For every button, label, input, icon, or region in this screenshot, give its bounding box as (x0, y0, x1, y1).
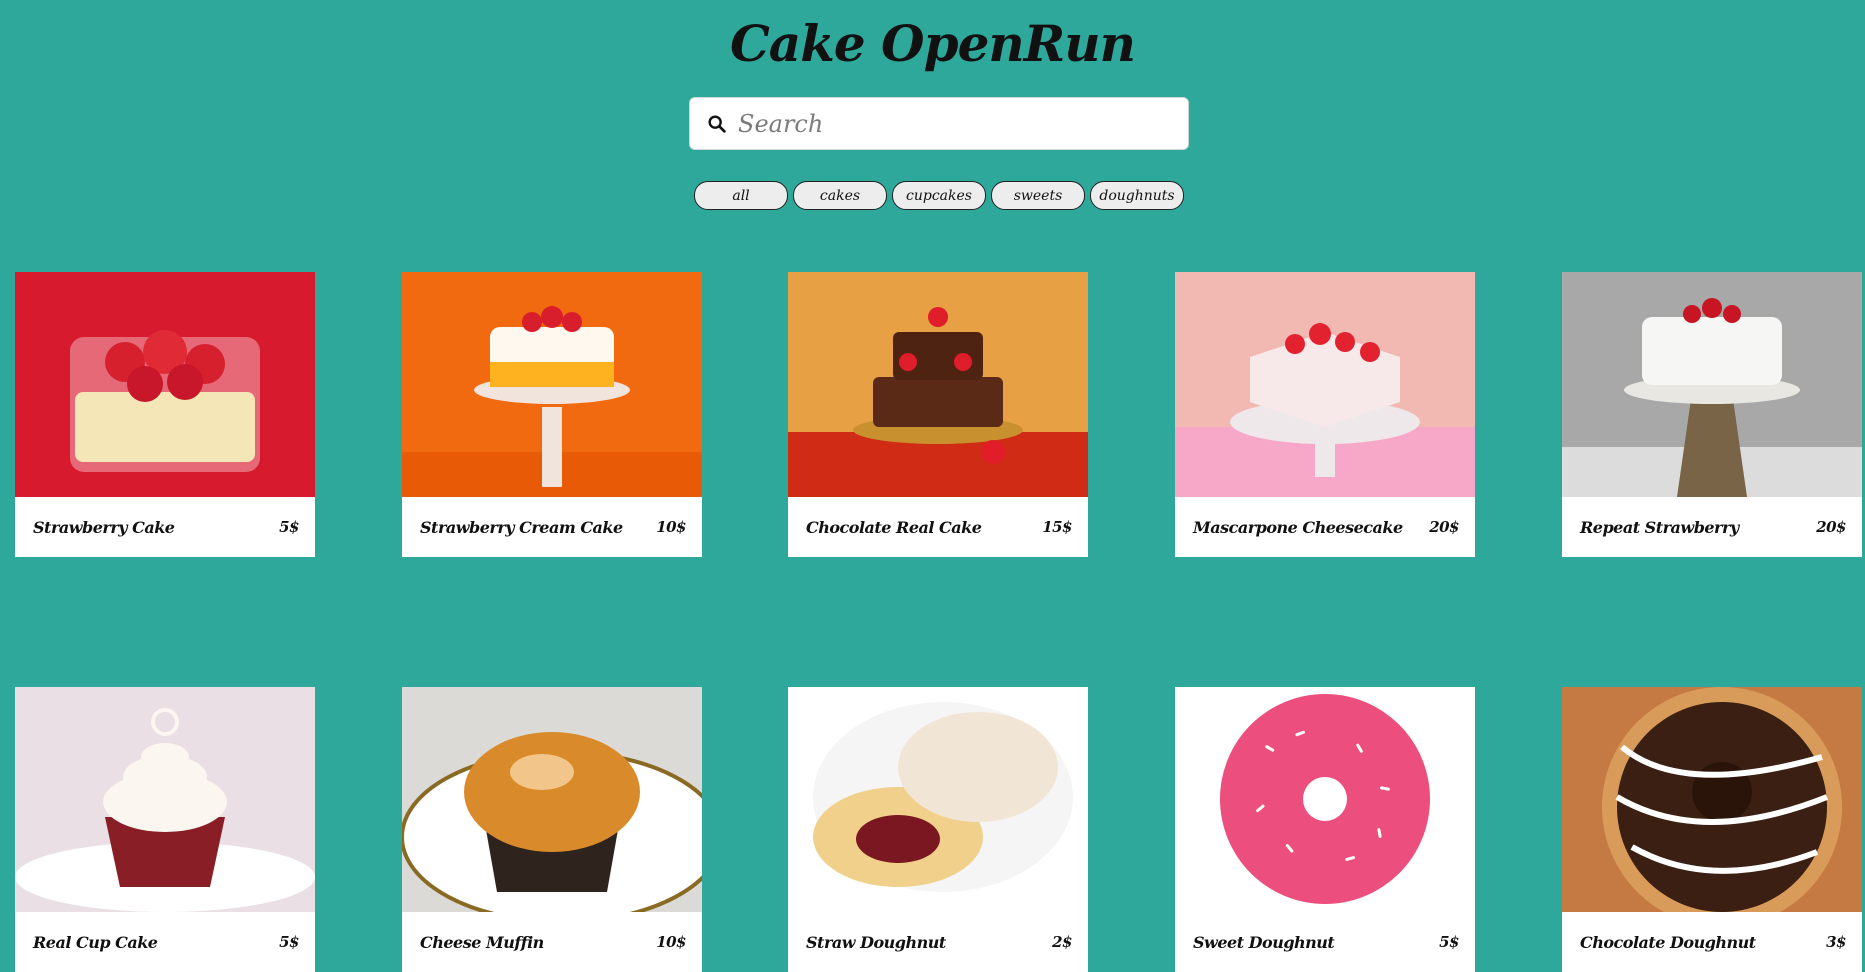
product-card[interactable]: Cheese Muffin 10$ (402, 687, 702, 972)
product-card[interactable]: Repeat Strawberry 20$ (1562, 272, 1862, 557)
product-image (1175, 687, 1475, 912)
product-name: Strawberry Cake (33, 517, 175, 537)
filter-cupcakes-button[interactable]: cupcakes (892, 181, 986, 210)
product-card[interactable]: Strawberry Cream Cake 10$ (402, 272, 702, 557)
product-card[interactable]: Sweet Doughnut 5$ (1175, 687, 1475, 972)
product-price: 5$ (279, 518, 299, 536)
product-name: Straw Doughnut (806, 932, 946, 952)
product-name: Real Cup Cake (33, 932, 158, 952)
product-card[interactable]: Real Cup Cake 5$ (15, 687, 315, 972)
product-image (402, 272, 702, 497)
filter-cakes-button[interactable]: cakes (793, 181, 887, 210)
product-image (15, 272, 315, 497)
product-info: Chocolate Real Cake 15$ (788, 497, 1088, 557)
product-price: 5$ (279, 933, 299, 951)
product-name: Repeat Strawberry (1580, 517, 1739, 537)
product-image (1175, 272, 1475, 497)
page-title: Cake OpenRun (730, 14, 1136, 73)
product-card[interactable]: Straw Doughnut 2$ (788, 687, 1088, 972)
product-name: Cheese Muffin (420, 932, 544, 952)
product-price: 20$ (1429, 518, 1459, 536)
product-info: Chocolate Doughnut 3$ (1562, 912, 1862, 972)
product-card[interactable]: Chocolate Real Cake 15$ (788, 272, 1088, 557)
product-price: 2$ (1052, 933, 1072, 951)
product-price: 5$ (1439, 933, 1459, 951)
product-image (15, 687, 315, 912)
product-card[interactable]: Strawberry Cake 5$ (15, 272, 315, 557)
product-name: Mascarpone Cheesecake (1193, 517, 1403, 537)
product-info: Mascarpone Cheesecake 20$ (1175, 497, 1475, 557)
product-card[interactable]: Chocolate Doughnut 3$ (1562, 687, 1862, 972)
product-price: 3$ (1826, 933, 1846, 951)
product-image (1562, 272, 1862, 497)
product-name: Chocolate Doughnut (1580, 932, 1756, 952)
product-image (788, 272, 1088, 497)
product-price: 15$ (1042, 518, 1072, 536)
product-image (402, 687, 702, 912)
product-name: Strawberry Cream Cake (420, 517, 623, 537)
filter-sweets-button[interactable]: sweets (991, 181, 1085, 210)
product-price: 20$ (1816, 518, 1846, 536)
product-info: Sweet Doughnut 5$ (1175, 912, 1475, 972)
product-info: Real Cup Cake 5$ (15, 912, 315, 972)
product-price: 10$ (656, 933, 686, 951)
product-info: Strawberry Cream Cake 10$ (402, 497, 702, 557)
product-name: Sweet Doughnut (1193, 932, 1335, 952)
product-image (1562, 687, 1862, 912)
search-icon (706, 113, 728, 135)
product-info: Repeat Strawberry 20$ (1562, 497, 1862, 557)
filter-doughnuts-button[interactable]: doughnuts (1090, 181, 1184, 210)
search-input[interactable] (738, 103, 1168, 144)
category-filters: all cakes cupcakes sweets doughnuts (694, 181, 1184, 210)
product-card[interactable]: Mascarpone Cheesecake 20$ (1175, 272, 1475, 557)
search-bar[interactable] (689, 97, 1189, 150)
product-price: 10$ (656, 518, 686, 536)
filter-all-button[interactable]: all (694, 181, 788, 210)
product-info: Cheese Muffin 10$ (402, 912, 702, 972)
product-info: Strawberry Cake 5$ (15, 497, 315, 557)
product-info: Straw Doughnut 2$ (788, 912, 1088, 972)
product-name: Chocolate Real Cake (806, 517, 982, 537)
product-image (788, 687, 1088, 912)
